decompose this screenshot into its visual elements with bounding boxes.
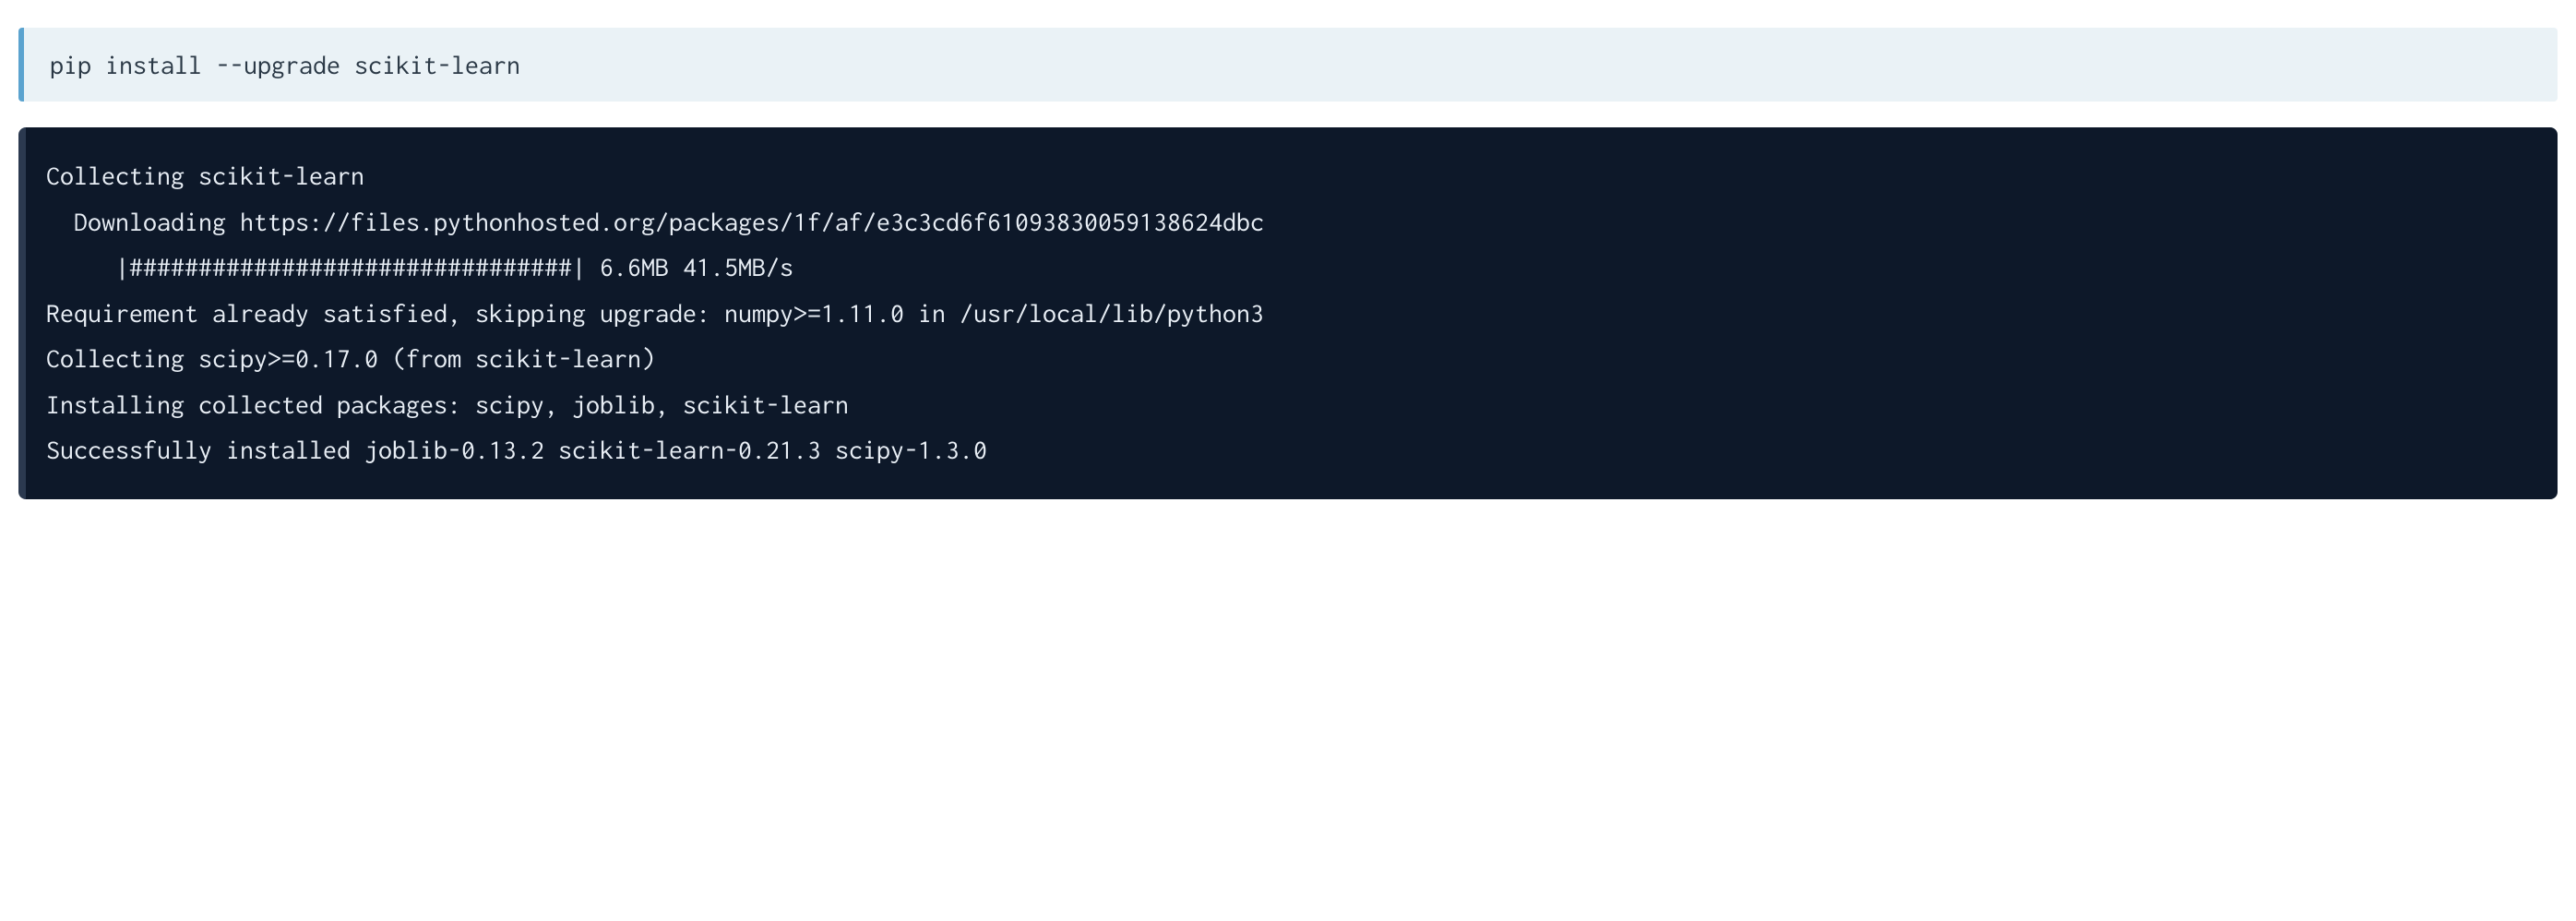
output-line[interactable]: Collecting scikit-learn xyxy=(46,153,2539,199)
output-line[interactable]: Requirement already satisfied, skipping … xyxy=(46,291,2539,337)
output-line[interactable]: Successfully installed joblib-0.13.2 sci… xyxy=(46,427,2539,473)
output-line[interactable]: Downloading https://files.pythonhosted.o… xyxy=(46,199,2539,245)
command-text[interactable]: pip install --upgrade scikit-learn xyxy=(50,50,2532,79)
command-input-block: pip install --upgrade scikit-learn xyxy=(18,28,2558,102)
output-line[interactable]: Installing collected packages: scipy, jo… xyxy=(46,382,2539,428)
output-line[interactable]: Collecting scipy>=0.17.0 (from scikit-le… xyxy=(46,336,2539,382)
terminal-output-block: Collecting scikit-learn Downloading http… xyxy=(18,127,2558,499)
output-line[interactable]: |################################| 6.6MB… xyxy=(46,245,2539,291)
